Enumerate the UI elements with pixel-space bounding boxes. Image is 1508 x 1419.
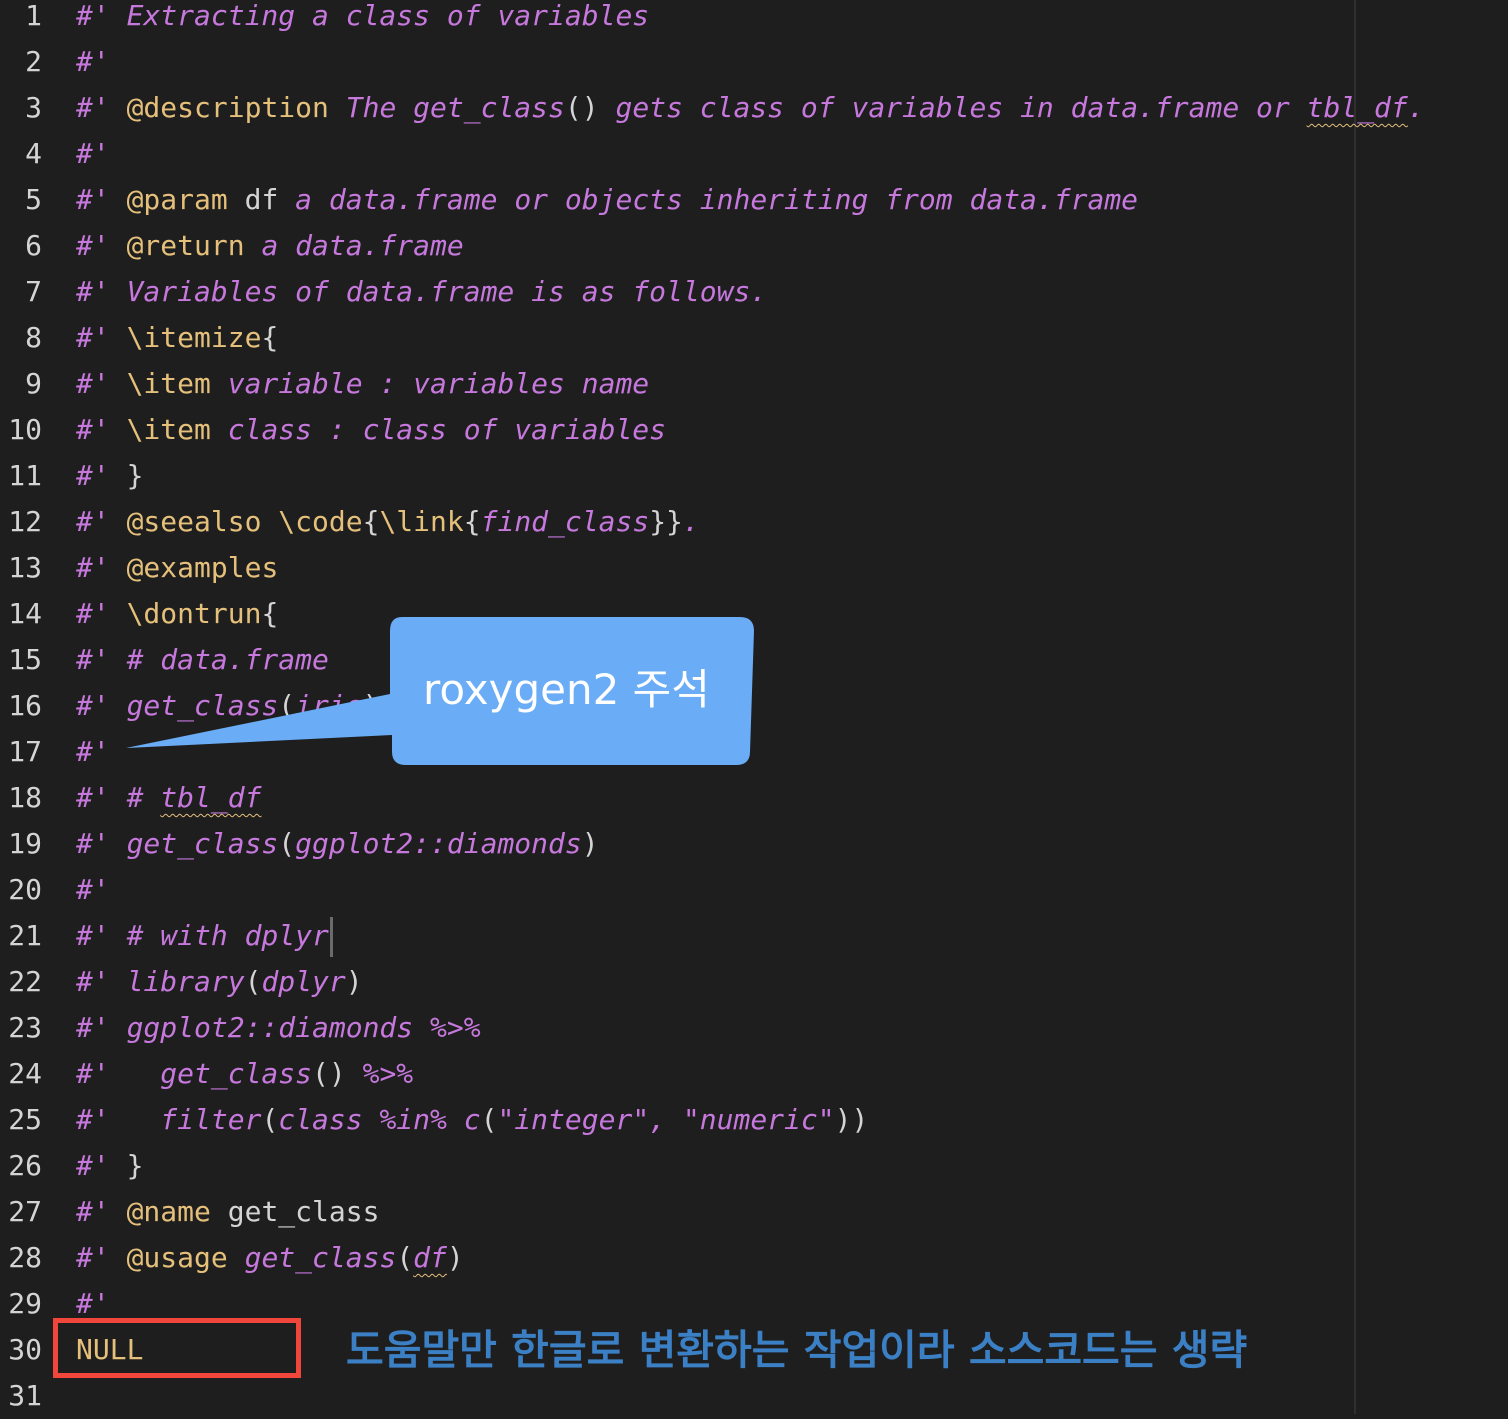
callout-bubble <box>126 617 754 765</box>
callout-label: roxygen2 주석 <box>423 665 710 714</box>
note-label: 도움말만 한글로 변환하는 작업이라 소스코드는 생략 <box>346 1326 1248 1374</box>
